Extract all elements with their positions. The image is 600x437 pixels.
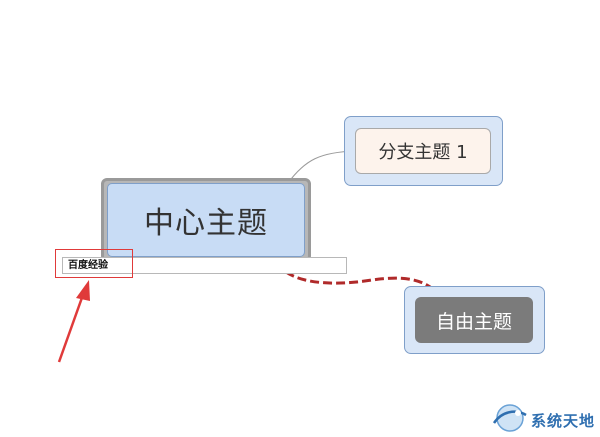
annotation-arrow-shaft	[57, 291, 86, 363]
floating-topic-label: 自由主题	[435, 310, 512, 333]
globe-icon	[496, 404, 524, 432]
mindmap-canvas[interactable]: 分支主题 1 中心主题 自由主题 百度经验 系统天地	[0, 0, 600, 437]
branch-topic[interactable]: 分支主题 1	[355, 128, 491, 174]
highlight-box	[55, 249, 133, 278]
branch-topic-label: 分支主题 1	[378, 142, 468, 163]
dot-icon	[515, 410, 521, 416]
watermark-text: 系统天地	[531, 412, 596, 430]
floating-topic[interactable]: 自由主题	[415, 297, 533, 343]
central-topic-label: 中心主题	[144, 206, 268, 241]
annotation-arrow-head	[76, 280, 90, 301]
central-topic[interactable]: 中心主题	[107, 183, 305, 257]
